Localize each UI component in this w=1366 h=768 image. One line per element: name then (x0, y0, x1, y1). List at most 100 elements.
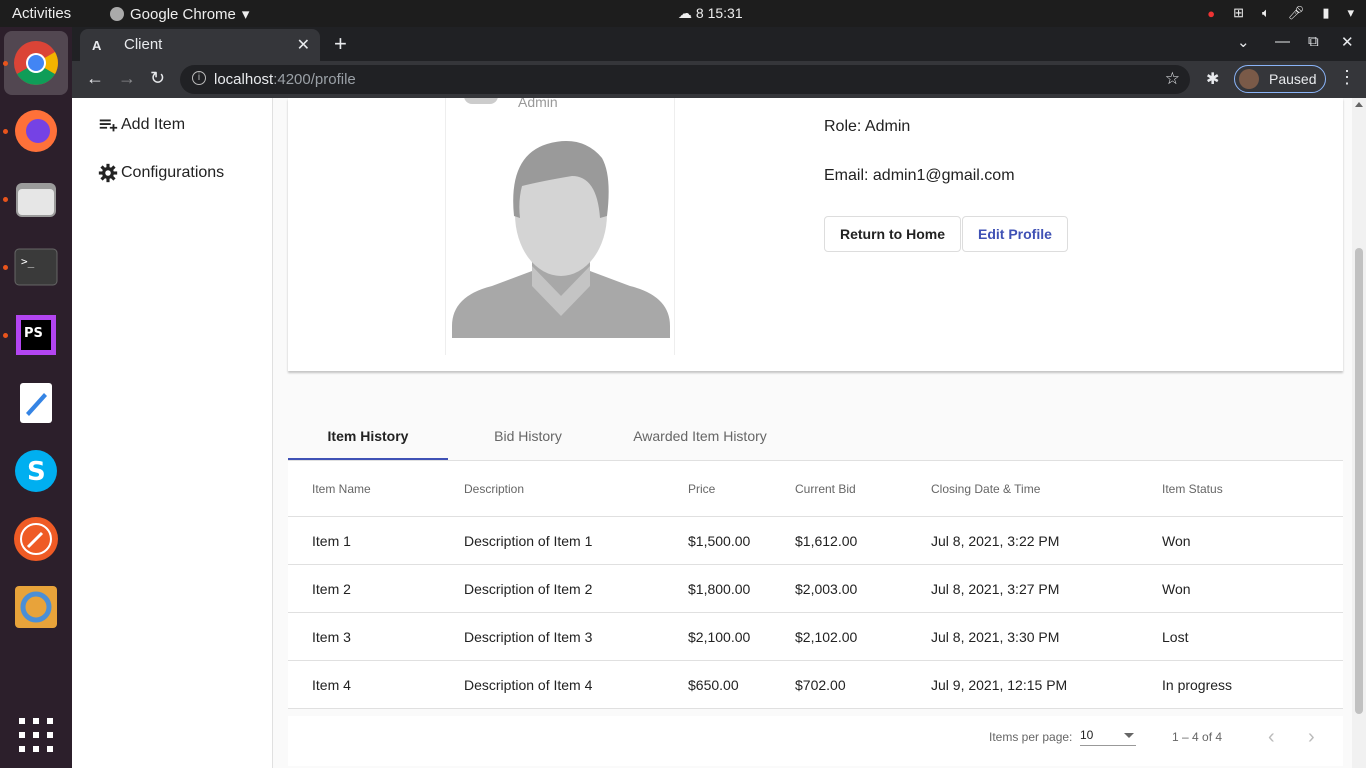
gear-icon (98, 163, 118, 183)
tab-bid-history[interactable]: Bid History (448, 414, 608, 460)
column-header[interactable]: Item Status (1162, 461, 1223, 517)
tab-search-icon[interactable]: ⌄ (1237, 33, 1250, 51)
forward-icon[interactable]: → (118, 68, 136, 89)
close-window-icon[interactable]: ✕ (1341, 33, 1354, 51)
files-icon[interactable] (12, 175, 60, 223)
clock-day: 8 (695, 5, 704, 21)
bookmark-star-icon[interactable]: ☆ (1165, 69, 1180, 89)
table-row[interactable]: Item 1 Description of Item 1 $1,500.00 $… (288, 517, 1343, 565)
firefox-icon[interactable] (12, 107, 60, 155)
cell-item-name: Item 2 (312, 581, 351, 597)
sidenav-item-label: Add Item (121, 116, 186, 133)
running-indicator (3, 61, 8, 66)
browser-toolbar: ← → ↻ i localhost:4200/profile ☆ ✱ Pause… (72, 61, 1366, 98)
tab-awarded-item-history[interactable]: Awarded Item History (620, 414, 780, 460)
profile-status-label: Paused (1269, 71, 1317, 87)
url-path: :4200/profile (273, 71, 356, 88)
items-per-page-label: Items per page: (989, 730, 1073, 744)
scroll-up-icon[interactable] (1355, 102, 1363, 107)
text-editor-icon[interactable] (12, 379, 60, 427)
column-header[interactable]: Price (688, 461, 715, 517)
system-tray[interactable]: ● ⊞ 🔈︎ 🎤︎ ▮ ▾ (1207, 5, 1354, 21)
profile-button[interactable]: Paused (1234, 65, 1326, 93)
next-page-icon[interactable]: › (1308, 726, 1315, 749)
page-size-select[interactable]: 10 (1080, 728, 1136, 746)
system-top-bar: Activities Google Chrome ▾ ☁ 8 15:31 ● ⊞… (0, 0, 1366, 27)
weather-icon: ☁ (678, 5, 692, 21)
table-header-row: Item Name Description Price Current Bid … (288, 461, 1343, 517)
site-info-icon[interactable]: i (192, 71, 206, 85)
cell-description: Description of Item 1 (464, 533, 593, 549)
cell-status: Won (1162, 533, 1191, 549)
page-scrollbar[interactable] (1352, 98, 1366, 768)
column-header[interactable]: Closing Date & Time (931, 461, 1040, 517)
cell-item-name: Item 3 (312, 629, 351, 645)
table-row[interactable]: Item 4 Description of Item 4 $650.00 $70… (288, 661, 1343, 709)
back-icon[interactable]: ← (86, 68, 104, 89)
paginator: Items per page: 10 1 – 4 of 4 ‹ › (288, 716, 1343, 766)
terminal-icon[interactable]: >_ (12, 243, 60, 291)
previous-page-icon[interactable]: ‹ (1268, 726, 1275, 749)
profile-card: Admin Role: Admin Email: admin1@gmail.co… (288, 98, 1343, 371)
cell-closing-date: Jul 8, 2021, 3:27 PM (931, 581, 1060, 597)
chevron-down-icon: ▾ (1347, 5, 1354, 20)
cell-price: $1,500.00 (688, 533, 751, 549)
playlist-add-icon (99, 119, 118, 132)
cell-description: Description of Item 3 (464, 629, 593, 645)
chrome-small-icon (110, 7, 124, 21)
column-header[interactable]: Description (464, 461, 524, 517)
column-header[interactable]: Item Name (312, 461, 371, 517)
cell-closing-date: Jul 8, 2021, 3:30 PM (931, 629, 1060, 645)
table-row[interactable]: Item 2 Description of Item 2 $1,800.00 $… (288, 565, 1343, 613)
page-range-label: 1 – 4 of 4 (1172, 730, 1223, 744)
main-content: Admin Role: Admin Email: admin1@gmail.co… (273, 98, 1352, 768)
app-menu[interactable]: Google Chrome ▾ (110, 5, 249, 23)
restore-icon[interactable]: ⧉ (1308, 33, 1319, 50)
running-indicator (3, 129, 8, 134)
close-tab-icon[interactable]: ✕ (297, 35, 310, 55)
cell-current-bid: $1,612.00 (795, 533, 858, 549)
app-grid-icon[interactable] (12, 711, 60, 759)
sidenav-item-configurations[interactable]: Configurations (97, 162, 224, 184)
history-tabs: Item History Bid History Awarded Item Hi… (288, 414, 1343, 461)
role-chip (464, 98, 498, 104)
reload-icon[interactable]: ↻ (150, 68, 165, 89)
return-to-home-button[interactable]: Return to Home (824, 216, 961, 252)
chrome-menu-icon[interactable]: ⋮ (1338, 67, 1356, 88)
cell-price: $2,100.00 (688, 629, 751, 645)
dock: >_ PS S (0, 27, 72, 768)
chrome-icon[interactable] (12, 39, 60, 87)
cell-current-bid: $2,102.00 (795, 629, 858, 645)
role-subtitle: Admin (518, 98, 558, 110)
svg-text:S: S (27, 457, 46, 487)
cell-closing-date: Jul 9, 2021, 12:15 PM (931, 677, 1068, 693)
postman-icon[interactable] (12, 515, 60, 563)
activities-button[interactable]: Activities (12, 5, 71, 22)
cell-closing-date: Jul 8, 2021, 3:22 PM (931, 533, 1060, 549)
role-text: Role: Admin (824, 118, 911, 135)
edit-profile-button[interactable]: Edit Profile (962, 216, 1068, 252)
battery-icon: ▮ (1322, 5, 1330, 20)
blender-like-icon[interactable] (12, 583, 60, 631)
profile-avatar (1239, 69, 1259, 89)
tab-item-history[interactable]: Item History (288, 414, 448, 460)
skype-icon[interactable]: S (12, 447, 60, 495)
default-avatar-image (452, 141, 670, 338)
column-header[interactable]: Current Bid (795, 461, 856, 517)
minimize-icon[interactable]: — (1275, 33, 1290, 50)
extensions-puzzle-icon[interactable]: ✱ (1206, 69, 1219, 89)
sidenav-item-add-item[interactable]: Add Item (97, 114, 185, 136)
table-row[interactable]: Item 3 Description of Item 3 $2,100.00 $… (288, 613, 1343, 661)
svg-text:>_: >_ (21, 255, 35, 268)
phpstorm-icon[interactable]: PS (12, 311, 60, 359)
clock[interactable]: ☁ 8 15:31 (678, 5, 743, 22)
url-text: localhost:4200/profile (214, 71, 356, 88)
page-size-value: 10 (1080, 728, 1094, 742)
volume-icon: 🔈︎ (1261, 5, 1270, 20)
browser-tab[interactable]: A Client ✕ (80, 29, 320, 61)
new-tab-icon[interactable]: + (334, 31, 347, 57)
address-bar[interactable]: i localhost:4200/profile ☆ (180, 65, 1190, 94)
cell-item-name: Item 1 (312, 533, 351, 549)
scrollbar-thumb[interactable] (1355, 248, 1363, 714)
cell-item-name: Item 4 (312, 677, 351, 693)
